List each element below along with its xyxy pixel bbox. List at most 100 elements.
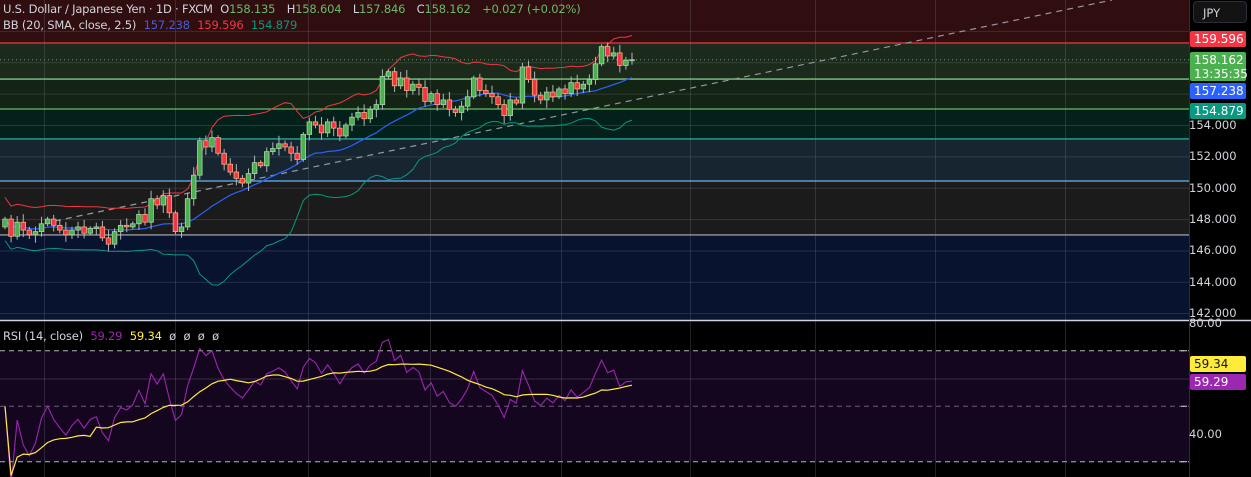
bull-candle-body	[544, 91, 550, 101]
open-value: 158.135	[229, 2, 276, 16]
bull-candle-body	[519, 66, 526, 104]
candle	[519, 62, 526, 110]
bear-candle-body	[57, 224, 63, 231]
bull-candle-body	[14, 221, 20, 237]
bull-candle-body	[111, 231, 118, 245]
open-label: O	[220, 2, 230, 16]
rsi-placeholder: ø	[183, 329, 191, 343]
bull-candle-body	[69, 229, 75, 236]
high-value: 158.604	[295, 2, 342, 16]
bb-lower-price-tag: 154.879	[1190, 103, 1246, 119]
high-label: H	[286, 2, 296, 16]
bull-candle-body	[440, 99, 446, 106]
last-price: 158.162	[1194, 53, 1244, 67]
zone-band	[0, 234, 1189, 320]
bear-candle-body	[124, 224, 130, 228]
bear-candle-body	[20, 221, 26, 231]
bear-candle-body	[8, 218, 14, 237]
bull-candle-body	[629, 59, 635, 62]
bull-candle-body	[300, 134, 306, 160]
bear-candle-body	[63, 229, 69, 236]
bear-candle-body	[318, 124, 325, 134]
candle	[197, 137, 203, 180]
bull-candle-body	[611, 52, 617, 57]
bear-candle-body	[525, 66, 532, 80]
bear-candle-body	[604, 46, 611, 57]
bear-candle-body	[227, 163, 233, 173]
symbol-title[interactable]: U.S. Dollar / Japanese Yen · 1D · FXCM	[3, 2, 213, 16]
candle	[471, 75, 477, 100]
bb-upper-value: 159.596	[197, 18, 244, 32]
bull-candle-body	[349, 116, 355, 126]
bear-candle-body	[531, 79, 538, 96]
bull-candle-body	[343, 124, 349, 137]
bear-candle-body	[562, 88, 568, 95]
bull-candle-body	[580, 83, 587, 90]
bull-candle-body	[324, 121, 331, 134]
bull-candle-body	[178, 226, 185, 233]
bear-candle-body	[215, 137, 221, 154]
candle	[343, 122, 349, 139]
bull-candle-body	[276, 143, 282, 149]
rsi-ma-tag: 59.34	[1190, 356, 1246, 372]
bull-candle-body	[355, 112, 361, 118]
bear-candle-body	[361, 112, 367, 120]
bull-candle-body	[44, 218, 51, 225]
rsi-placeholder: ø	[197, 329, 205, 343]
bull-candle-body	[270, 148, 276, 153]
bear-candle-body	[81, 226, 87, 234]
bull-candle-body	[458, 105, 465, 113]
zone-band	[0, 109, 1189, 139]
rsi-title: RSI (14, close)	[3, 329, 83, 343]
bull-candle-body	[117, 224, 124, 233]
bull-candle-body	[197, 140, 203, 176]
bear-candle-body	[337, 127, 343, 137]
bar-countdown: 13:35:35	[1194, 67, 1248, 81]
bear-candle-body	[404, 77, 410, 91]
bear-candle-body	[239, 177, 246, 184]
bear-candle-body	[99, 226, 106, 239]
bull-candle-body	[306, 121, 313, 135]
bear-candle-body	[331, 121, 337, 129]
currency-button[interactable]: JPY	[1193, 1, 1247, 23]
bear-candle-body	[574, 82, 580, 90]
bull-candle-body	[209, 137, 215, 148]
bull-candle-body	[191, 174, 197, 200]
bull-candle-body	[598, 46, 605, 65]
bear-candle-body	[483, 90, 489, 95]
candle	[300, 132, 306, 162]
bear-candle-body	[495, 96, 501, 106]
rsi-tag: 59.29	[1190, 374, 1246, 390]
bb-basis-price-tag: 157.238	[1190, 83, 1246, 99]
symbol-legend: U.S. Dollar / Japanese Yen · 1D · FXCM O…	[3, 2, 584, 16]
bear-candle-body	[434, 93, 440, 106]
rsi-axis-tick-label: 40.00	[1189, 427, 1222, 441]
bear-candle-body	[477, 77, 483, 91]
chart-canvas[interactable]	[0, 0, 1251, 477]
price-axis-tick: 146.000	[1189, 243, 1237, 258]
change-value: +0.027 (+0.02%)	[482, 2, 581, 16]
bull-candle-body	[464, 96, 471, 107]
bear-candle-body	[288, 146, 294, 154]
bear-candle-body	[142, 213, 148, 223]
rsi-legend[interactable]: RSI (14, close) 59.29 59.34 ø ø ø ø	[3, 329, 223, 343]
bull-candle-body	[87, 228, 93, 234]
bear-candle-body	[257, 162, 264, 167]
bull-candle-body	[428, 93, 434, 102]
bull-candle-body	[568, 82, 574, 95]
bear-candle-body	[282, 143, 288, 148]
bear-candle-body	[501, 104, 507, 116]
bear-candle-body	[452, 108, 459, 113]
bb-legend[interactable]: BB (20, SMA, close, 2.5) 157.238 159.596…	[3, 18, 301, 32]
bb-basis-value: 157.238	[143, 18, 190, 32]
bull-candle-body	[2, 218, 8, 228]
rsi-placeholder: ø	[169, 329, 177, 343]
candle	[598, 44, 605, 67]
bull-candle-body	[136, 213, 142, 225]
bear-candle-body	[446, 99, 453, 110]
price-axis-tick: 144.000	[1189, 274, 1237, 289]
bear-candle-body	[50, 218, 57, 226]
rsi-ma-value: 59.34	[129, 329, 162, 343]
bull-candle-body	[373, 104, 380, 110]
price-axis-tick: 152.000	[1189, 149, 1237, 164]
